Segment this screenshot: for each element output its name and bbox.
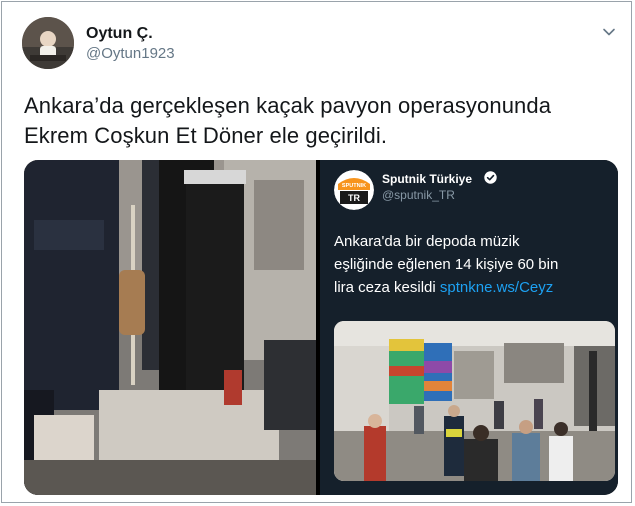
embedded-author-handle: @sputnik_TR bbox=[382, 188, 455, 202]
author-handle[interactable]: @Oytun1923 bbox=[86, 45, 175, 62]
embedded-text-line: Ankara'da bir depoda müzik bbox=[334, 233, 520, 250]
embedded-author-name: Sputnik Türkiye bbox=[382, 172, 473, 186]
media-embedded-tweet[interactable]: SPUTNIK TR Sputnik Türkiye @sputnik_TR A… bbox=[320, 160, 618, 495]
verified-badge-icon bbox=[484, 171, 497, 184]
sputnik-logo-text: SPUTNIK bbox=[342, 183, 366, 189]
tweet-text-line: Ankara’da gerçekleşen kaçak pavyon opera… bbox=[24, 93, 552, 118]
chevron-down-icon[interactable] bbox=[601, 24, 617, 40]
embedded-text-tail: lira ceza kesildi bbox=[334, 279, 440, 296]
tweet-text-line: Ekrem Coşkun Et Döner ele geçirildi. bbox=[24, 123, 388, 148]
embedded-text-line: eşliğinde eğlenen 14 kişiye 60 bin bbox=[334, 256, 559, 273]
embedded-photo-depot bbox=[334, 321, 615, 481]
sputnik-logo-badge: TR bbox=[348, 193, 360, 203]
sputnik-logo: SPUTNIK TR bbox=[334, 170, 374, 210]
tweet-text: Ankara’da gerçekleşen kaçak pavyon opera… bbox=[24, 91, 624, 151]
tweet-card: Oytun Ç. @Oytun1923 Ankara’da gerçekleşe… bbox=[1, 1, 632, 503]
embedded-text-line: lira ceza kesildi sptnkne.ws/Ceyz bbox=[334, 276, 609, 299]
embedded-link[interactable]: sptnkne.ws/Ceyz bbox=[440, 279, 553, 296]
avatar[interactable] bbox=[22, 17, 74, 69]
embedded-tweet-text: Ankara'da bir depoda müzik eşliğinde eğl… bbox=[334, 230, 609, 299]
tweet-media[interactable]: SPUTNIK TR Sputnik Türkiye @sputnik_TR A… bbox=[24, 160, 618, 495]
author-name[interactable]: Oytun Ç. bbox=[86, 25, 153, 43]
media-photo-raid[interactable] bbox=[24, 160, 316, 495]
